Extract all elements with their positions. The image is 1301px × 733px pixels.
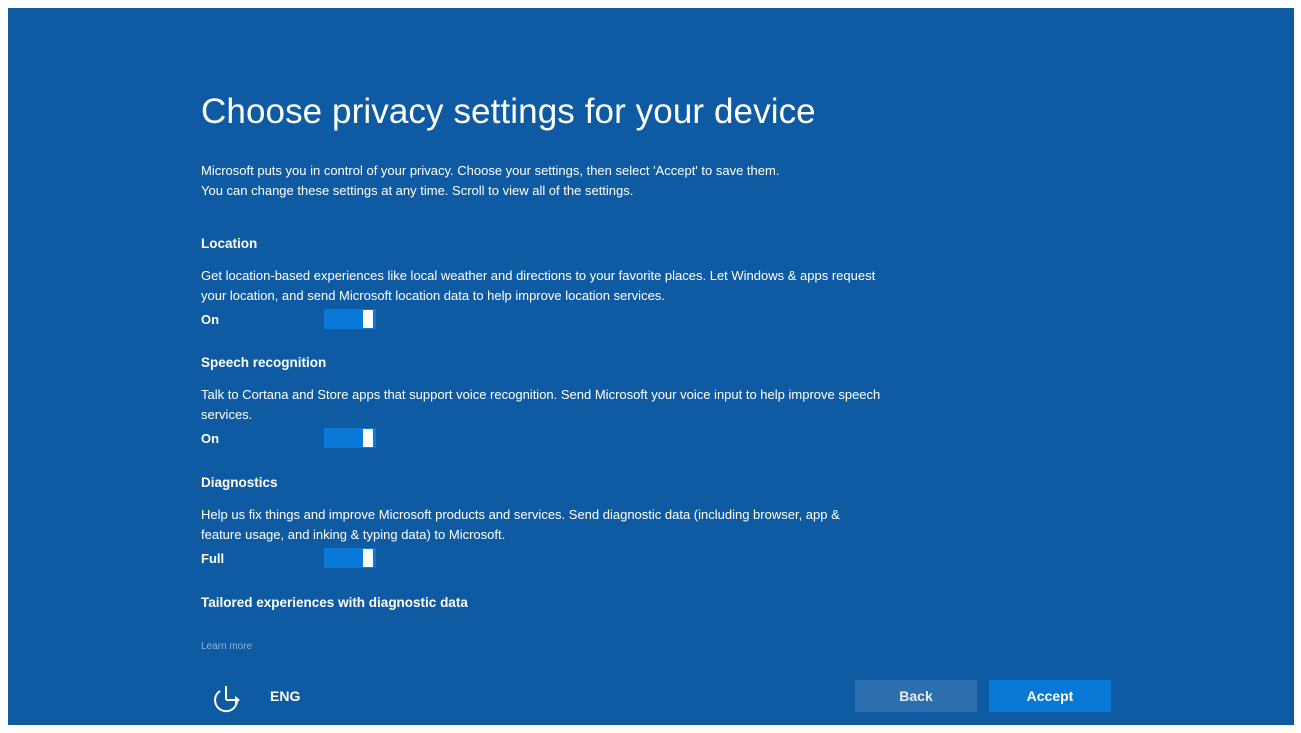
back-button[interactable]: Back [855,680,977,712]
speech-recognition-toggle-label: On [201,431,220,446]
diagnostics-toggle-row: Full [201,548,891,570]
diagnostics-toggle-knob [363,549,373,567]
ease-of-access-icon[interactable] [206,682,246,718]
diagnostics-toggle-label: Full [201,551,225,566]
intro-line-1: Microsoft puts you in control of your pr… [201,163,780,178]
oobe-screen: Choose privacy settings for your device … [8,8,1294,725]
language-indicator[interactable]: ENG [270,688,300,704]
diagnostics-description: Help us fix things and improve Microsoft… [201,507,840,542]
speech-recognition-title: Speech recognition [201,355,327,370]
intro-text: Microsoft puts you in control of your pr… [201,161,891,201]
location-toggle-label: On [201,312,220,327]
tailored-experiences-section: Tailored experiences with diagnostic dat… [201,594,891,612]
diagnostics-title: Diagnostics [201,475,278,490]
diagnostics-section: Diagnostics Help us fix things and impro… [201,474,891,570]
speech-recognition-description: Talk to Cortana and Store apps that supp… [201,387,881,422]
location-section: Location Get location-based experiences … [201,235,891,331]
page-title: Choose privacy settings for your device [201,92,816,131]
intro-line-2: You can change these settings at any tim… [201,183,634,198]
location-title: Location [201,236,258,251]
location-toggle-row: On [201,309,891,331]
speech-recognition-toggle[interactable] [324,428,376,448]
learn-more-link[interactable]: Learn more [201,641,252,652]
speech-recognition-toggle-knob [363,429,373,447]
location-toggle[interactable] [324,309,376,329]
diagnostics-toggle[interactable] [324,548,376,568]
speech-recognition-toggle-row: On [201,428,891,450]
ease-of-access-icon-graphic [214,686,240,713]
accept-button[interactable]: Accept [989,680,1111,712]
tailored-experiences-title: Tailored experiences with diagnostic dat… [201,595,468,610]
location-description: Get location-based experiences like loca… [201,268,876,303]
location-toggle-knob [363,310,373,328]
speech-recognition-section: Speech recognition Talk to Cortana and S… [201,354,891,450]
